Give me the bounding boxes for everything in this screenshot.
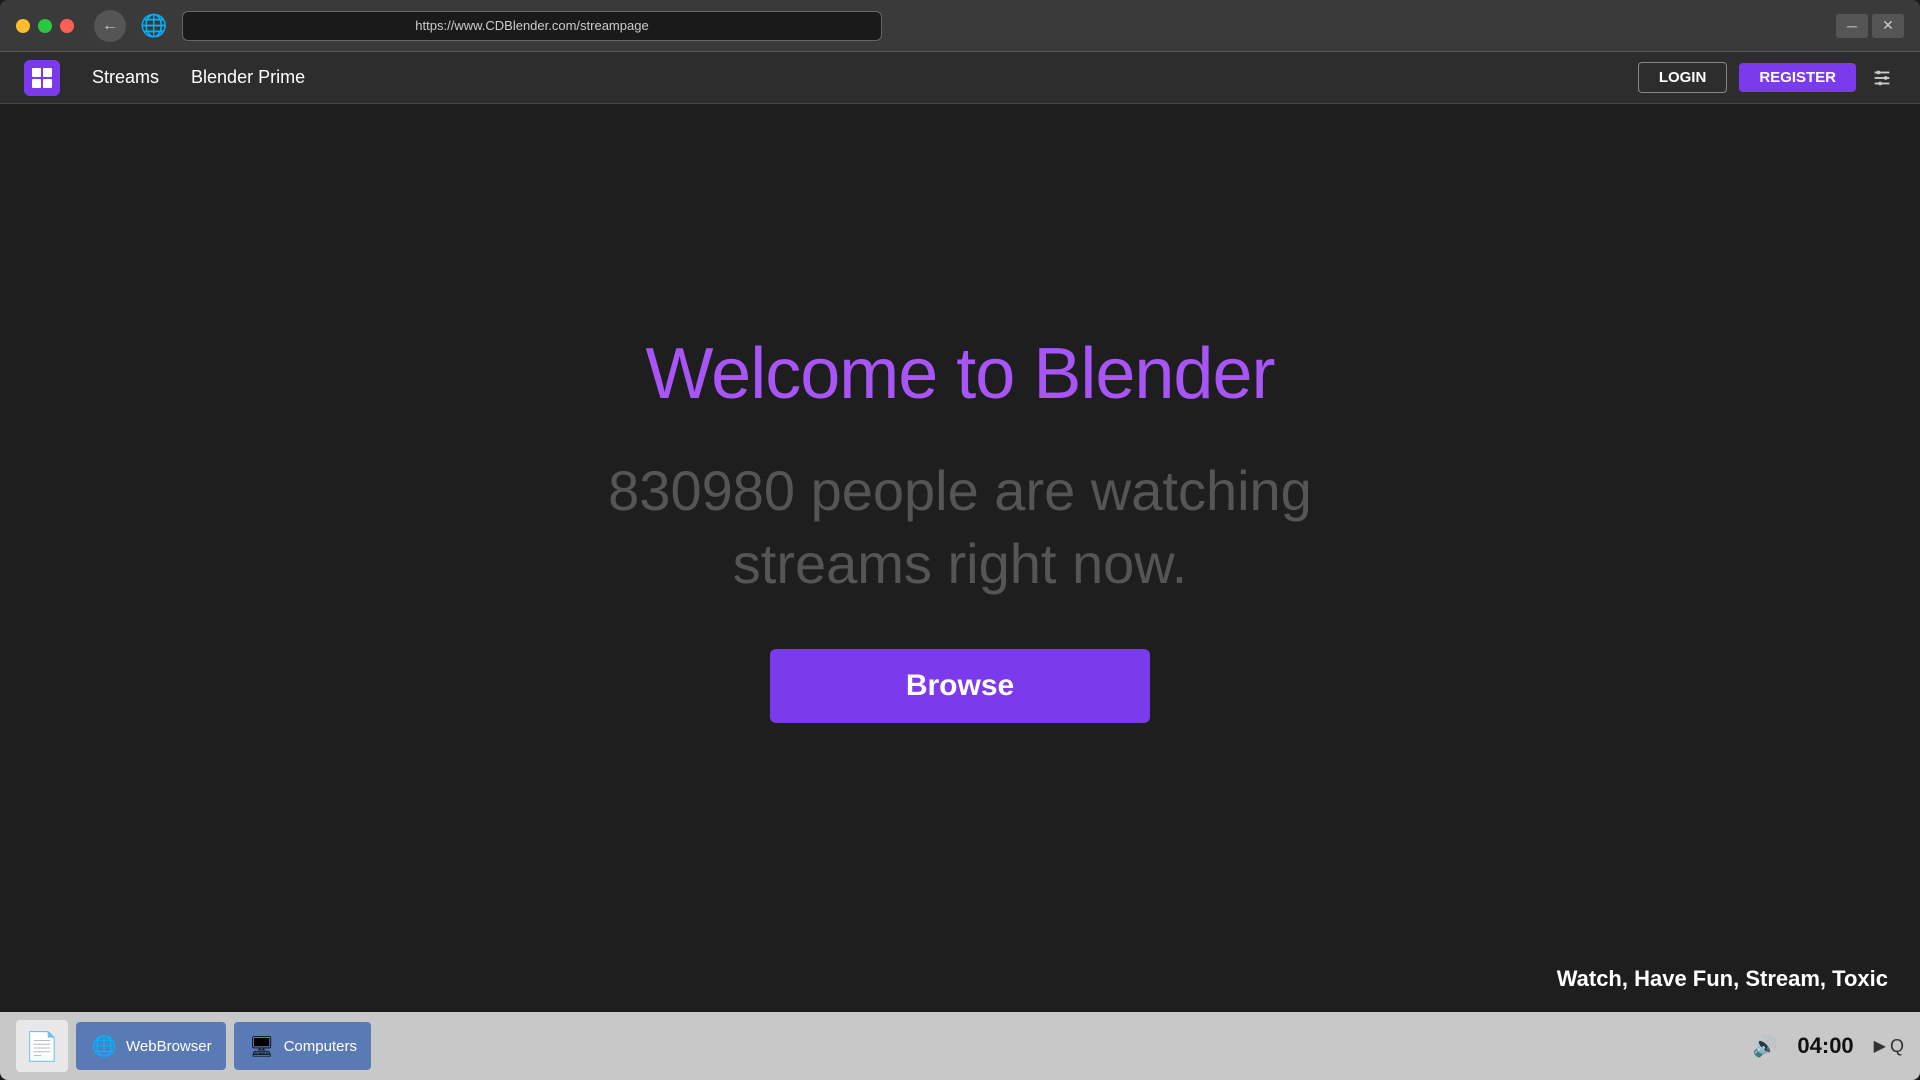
register-button[interactable]: REGISTER [1739, 63, 1856, 92]
computers-icon: 🖥 [248, 1032, 276, 1060]
url-text: https://www.CDBlender.com/streampage [415, 18, 648, 33]
maximize-button[interactable] [38, 19, 52, 33]
welcome-title: Welcome to Blender [646, 333, 1275, 415]
main-content: Welcome to Blender 830980 people are wat… [0, 104, 1920, 1012]
search-arrow-icon: ▶ [1874, 1036, 1886, 1056]
webbrowser-label: WebBrowser [126, 1038, 212, 1055]
document-icon: 📄 [25, 1030, 60, 1063]
back-arrow-icon: ← [102, 17, 118, 35]
computers-taskbar-item[interactable]: 🖥 Computers [234, 1022, 371, 1070]
win-close-button[interactable]: ✕ [1872, 14, 1904, 38]
logo-icon [24, 60, 60, 96]
tagline: Watch, Have Fun, Stream, Toxic [1557, 966, 1888, 992]
win-minimize-button[interactable]: ─ [1836, 14, 1868, 38]
window-frame: ← 🌐 https://www.CDBlender.com/streampage… [0, 0, 1920, 1080]
minimize-button[interactable] [16, 19, 30, 33]
streams-nav-link[interactable]: Streams [92, 67, 159, 88]
traffic-lights [16, 19, 74, 33]
taskbar-empty-icon: 📄 [16, 1020, 68, 1072]
webbrowser-taskbar-item[interactable]: 🌐 WebBrowser [76, 1022, 226, 1070]
url-bar[interactable]: https://www.CDBlender.com/streampage [182, 11, 882, 41]
search-q-label: Q [1890, 1036, 1904, 1057]
volume-icon[interactable]: 🔊 [1752, 1034, 1777, 1059]
blender-prime-nav-link[interactable]: Blender Prime [191, 67, 305, 88]
viewer-count-line1: 830980 people are watching [608, 459, 1312, 522]
browser-navbar: Streams Blender Prime LOGIN REGISTER [0, 52, 1920, 104]
viewer-count: 830980 people are watching streams right… [608, 455, 1312, 601]
globe-icon: 🌐 [138, 10, 170, 42]
login-button[interactable]: LOGIN [1638, 62, 1728, 93]
settings-icon[interactable] [1868, 64, 1896, 92]
close-button[interactable] [60, 19, 74, 33]
back-button[interactable]: ← [94, 10, 126, 42]
clock: 04:00 [1797, 1033, 1853, 1059]
webbrowser-icon: 🌐 [90, 1032, 118, 1060]
nav-right: LOGIN REGISTER [1638, 62, 1896, 93]
logo-svg [30, 66, 54, 90]
computers-label: Computers [284, 1038, 357, 1055]
window-controls: ─ ✕ [1836, 14, 1904, 38]
taskbar: 📄 🌐 WebBrowser 🖥 Computers 🔊 04:00 ▶ Q [0, 1012, 1920, 1080]
viewer-count-line2: streams right now. [733, 532, 1187, 595]
browse-button[interactable]: Browse [770, 649, 1150, 723]
title-bar: ← 🌐 https://www.CDBlender.com/streampage… [0, 0, 1920, 52]
taskbar-search[interactable]: ▶ Q [1874, 1036, 1904, 1057]
taskbar-right: 🔊 04:00 ▶ Q [1752, 1033, 1904, 1059]
